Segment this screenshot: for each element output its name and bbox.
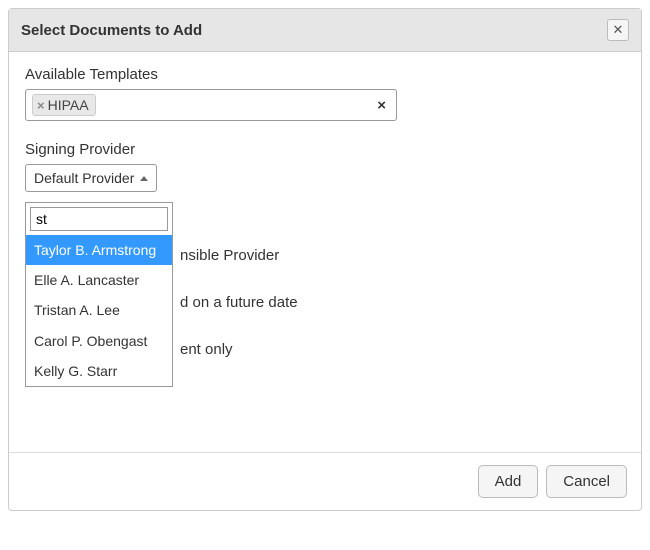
provider-option[interactable]: Tristan A. Lee (26, 295, 172, 325)
templates-input[interactable]: × HIPAA × (25, 89, 397, 121)
provider-section: Signing Provider Default Provider (25, 141, 625, 192)
token-remove-icon[interactable]: × (37, 98, 45, 113)
obscured-text-line: nsible Provider (180, 247, 625, 264)
add-button[interactable]: Add (478, 465, 539, 498)
dialog-title: Select Documents to Add (21, 22, 202, 39)
close-icon: ✕ (613, 22, 624, 38)
provider-label: Signing Provider (25, 141, 625, 158)
provider-option[interactable]: Kelly G. Starr (26, 356, 172, 386)
token-container: × HIPAA (32, 94, 96, 116)
provider-option[interactable]: Elle A. Lancaster (26, 265, 172, 295)
clear-all-icon[interactable]: × (373, 97, 390, 114)
obscured-text-line: ent only (180, 341, 625, 358)
template-token: × HIPAA (32, 94, 96, 116)
dialog-body: Available Templates × HIPAA × Signing Pr… (9, 52, 641, 452)
provider-option[interactable]: Taylor B. Armstrong (26, 235, 172, 265)
provider-dropdown-panel: Taylor B. Armstrong Elle A. Lancaster Tr… (25, 202, 173, 387)
provider-option[interactable]: Carol P. Obengast (26, 326, 172, 356)
provider-dropdown-button[interactable]: Default Provider (25, 164, 157, 192)
provider-option-list[interactable]: Taylor B. Armstrong Elle A. Lancaster Tr… (26, 235, 172, 386)
provider-selected-text: Default Provider (34, 170, 134, 186)
token-label: HIPAA (48, 97, 89, 113)
templates-label: Available Templates (25, 66, 625, 83)
cancel-button[interactable]: Cancel (546, 465, 627, 498)
dialog-footer: Add Cancel (9, 452, 641, 510)
dialog-header: Select Documents to Add ✕ (9, 9, 641, 52)
obscured-text-line: d on a future date (180, 294, 625, 311)
close-button[interactable]: ✕ (607, 19, 629, 41)
chevron-up-icon (140, 176, 148, 181)
dialog: Select Documents to Add ✕ Available Temp… (8, 8, 642, 511)
provider-search-input[interactable] (30, 207, 168, 231)
